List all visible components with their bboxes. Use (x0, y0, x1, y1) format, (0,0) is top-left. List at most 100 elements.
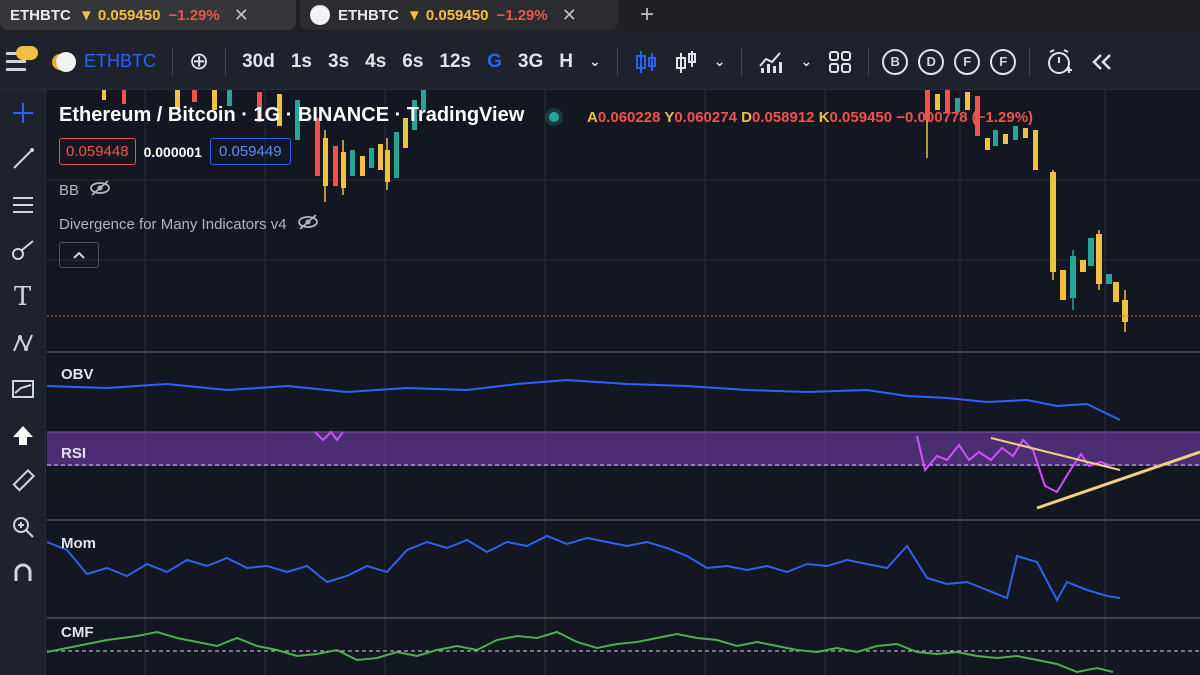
chevron-down-icon[interactable]: ⌄ (706, 34, 734, 89)
layout-button[interactable] (820, 34, 860, 89)
pane-label-rsi: RSI (61, 445, 87, 462)
zoom-tool[interactable] (0, 504, 45, 550)
symbol-search-button[interactable]: ETHBTC (48, 34, 164, 89)
indicator-bb-label: BB (59, 182, 80, 199)
brush-tool[interactable] (0, 228, 45, 274)
obv-line (47, 378, 1121, 421)
replay-button[interactable] (1082, 34, 1122, 89)
interval-30d[interactable]: 30d (234, 34, 283, 89)
compare-add-button[interactable]: ⊕ (181, 34, 217, 89)
circle-button-f2[interactable]: F (990, 48, 1017, 75)
circle-button-f1[interactable]: F (954, 48, 981, 75)
ruler-icon (11, 469, 35, 492)
interval-4s[interactable]: 4s (357, 34, 394, 89)
indicator-divergence-label: Divergence for Many Indicators v4 (59, 216, 287, 233)
pattern-icon (12, 334, 33, 352)
text-icon: T (13, 282, 32, 312)
market-status-icon[interactable] (545, 108, 563, 126)
forecast-icon (11, 380, 34, 398)
interval-h[interactable]: H (551, 34, 581, 89)
magnet-icon (14, 563, 31, 581)
notification-badge (16, 46, 38, 60)
interval-g[interactable]: G (479, 34, 510, 89)
buy-button[interactable]: 0.059449 (209, 138, 291, 165)
trade-panel: 0.059448 0.000001 0.059449 (59, 138, 291, 165)
interval-3g[interactable]: 3G (510, 34, 551, 89)
zoom-icon (12, 517, 34, 538)
trendline-tool[interactable] (0, 136, 45, 182)
grid-layout-icon (829, 50, 852, 73)
pattern-tool[interactable] (0, 320, 45, 366)
ohlc-low: 0.058912 (751, 109, 815, 126)
arrow-up-icon (12, 426, 33, 445)
fib-lines-icon (12, 197, 33, 213)
indicator-divergence[interactable]: Divergence for Many Indicators v4 (59, 214, 319, 235)
text-tool[interactable]: T (0, 274, 45, 320)
candles-right (925, 90, 1128, 332)
long-position-tool[interactable] (0, 412, 45, 458)
divider (1029, 47, 1031, 76)
divider (741, 47, 743, 76)
tab-symbol: ETHBTC (338, 6, 399, 24)
close-icon[interactable]: ✕ (562, 5, 577, 26)
cmf-line (47, 630, 1114, 674)
rsi-band (47, 432, 1200, 466)
indicators-chart-icon (759, 51, 783, 73)
chart-area[interactable]: Ethereum / Bitcoin · 1G · BINANCE · Trad… (47, 90, 1200, 675)
alert-button[interactable] (1038, 34, 1082, 89)
fib-tool[interactable] (0, 182, 45, 228)
eye-off-icon[interactable] (297, 214, 319, 235)
new-tab-button[interactable]: + (640, 0, 654, 30)
collapse-legend-button[interactable] (59, 242, 99, 268)
trendline-icon (12, 148, 34, 169)
tab-symbol: ETHBTC (10, 6, 71, 24)
ohlc-close: 0.059450 (829, 109, 893, 126)
candlestick-icon (635, 50, 656, 73)
ohlc-change: −0.000778 (−1.29%) (896, 109, 1034, 126)
coin-icon (56, 51, 76, 72)
divider (868, 47, 870, 76)
alarm-clock-icon (1048, 48, 1073, 74)
pane-label-obv: OBV (61, 366, 94, 383)
crosshair-tool[interactable] (0, 90, 45, 136)
symbol-label: ETHBTC (84, 51, 156, 71)
browser-tab-2[interactable]: ETHBTC ▼ 0.059450 −1.29% ✕ (300, 0, 618, 30)
chart-title: Ethereum / Bitcoin · 1G · BINANCE · Trad… (59, 104, 525, 126)
interval-12s[interactable]: 12s (431, 34, 479, 89)
bars-style-button[interactable] (666, 34, 706, 89)
close-icon[interactable]: ✕ (234, 5, 249, 26)
tab-change: −1.29% (168, 6, 220, 24)
eye-off-icon[interactable] (89, 180, 111, 201)
browser-tab-bar: ETHBTC ▼ 0.059450 −1.29% ✕ ETHBTC ▼ 0.05… (0, 0, 1200, 34)
circle-button-b[interactable]: B (882, 48, 909, 75)
forecast-tool[interactable] (0, 366, 45, 412)
spread-value: 0.000001 (143, 143, 202, 160)
magnet-tool[interactable] (0, 550, 45, 596)
circle-button-d[interactable]: D (918, 48, 945, 75)
candles-style-button[interactable] (626, 34, 666, 89)
chevron-down-icon[interactable]: ⌄ (581, 34, 609, 89)
sell-button[interactable]: 0.059448 (59, 138, 136, 165)
ohlc-open: 0.060228 (597, 109, 661, 126)
mom-line (47, 534, 1121, 603)
chart-canvas (47, 90, 1200, 675)
interval-6s[interactable]: 6s (394, 34, 431, 89)
tab-change: −1.29% (496, 6, 548, 24)
interval-1s[interactable]: 1s (283, 34, 320, 89)
menu-icon[interactable] (0, 46, 48, 71)
indicators-button[interactable] (750, 34, 792, 89)
chevron-down-icon[interactable]: ⌄ (792, 34, 820, 89)
rewind-icon (1092, 53, 1112, 70)
divider (172, 47, 173, 76)
divider (616, 47, 618, 76)
chevron-up-icon (73, 251, 85, 259)
drawing-toolbar: T (0, 90, 46, 675)
tab-price-arrow: ▼ 0.059450 (78, 6, 161, 24)
browser-tab-1[interactable]: ETHBTC ▼ 0.059450 −1.29% ✕ (0, 0, 296, 30)
ohlc-high: 0.060274 (674, 109, 737, 126)
favicon-icon (310, 5, 330, 25)
pane-label-mom: Mom (61, 535, 96, 552)
indicator-bb[interactable]: BB (59, 180, 111, 201)
measure-tool[interactable] (0, 458, 45, 504)
interval-3s[interactable]: 3s (320, 34, 357, 89)
